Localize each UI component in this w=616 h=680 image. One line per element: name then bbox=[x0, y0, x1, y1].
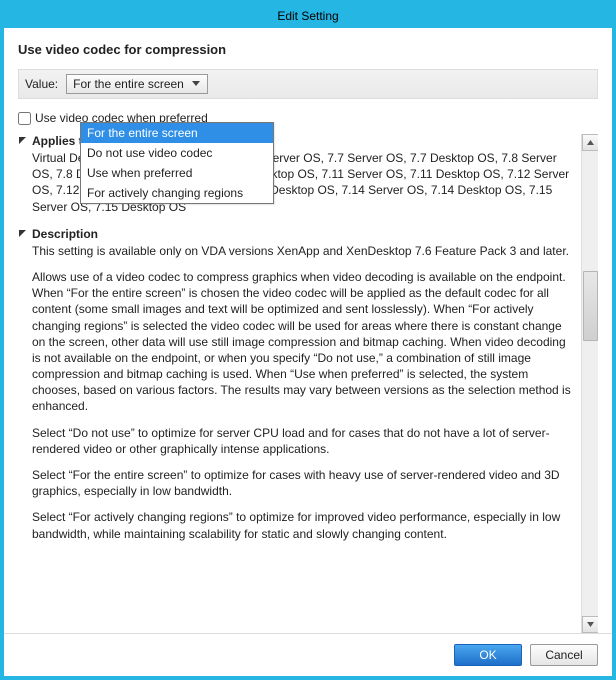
value-combobox-text: For the entire screen bbox=[73, 77, 189, 91]
ok-button[interactable]: OK bbox=[454, 644, 522, 666]
setting-title: Use video codec for compression bbox=[18, 42, 598, 57]
scrollbar-track[interactable] bbox=[582, 151, 599, 616]
dropdown-option[interactable]: For actively changing regions bbox=[81, 183, 273, 203]
use-default-checkbox[interactable] bbox=[18, 112, 31, 125]
cancel-button[interactable]: Cancel bbox=[530, 644, 598, 666]
value-label: Value: bbox=[25, 77, 60, 91]
scroll-down-button[interactable] bbox=[582, 616, 599, 633]
window-title: Edit Setting bbox=[277, 9, 338, 23]
scroll-up-button[interactable] bbox=[582, 134, 599, 151]
description-section: Description This setting is available on… bbox=[18, 227, 576, 542]
description-p5: Select “For actively changing regions” t… bbox=[32, 509, 576, 541]
value-dropdown-popup[interactable]: For the entire screen Do not use video c… bbox=[80, 122, 274, 204]
scrollbar-thumb[interactable] bbox=[583, 271, 598, 341]
title-bar: Edit Setting bbox=[4, 4, 612, 28]
value-combobox[interactable]: For the entire screen bbox=[66, 74, 208, 94]
edit-setting-window: Edit Setting Use video codec for compres… bbox=[0, 0, 616, 680]
description-header-text: Description bbox=[32, 227, 98, 241]
dialog-body: Use video codec for compression Value: F… bbox=[4, 28, 612, 633]
description-p3: Select “Do not use” to optimize for serv… bbox=[32, 425, 576, 457]
dropdown-option[interactable]: Use when preferred bbox=[81, 163, 273, 183]
value-row: Value: For the entire screen bbox=[18, 69, 598, 99]
cancel-button-label: Cancel bbox=[545, 648, 582, 662]
description-p4: Select “For the entire screen” to optimi… bbox=[32, 467, 576, 499]
dialog-footer: OK Cancel bbox=[4, 633, 612, 676]
description-p2: Allows use of a video codec to compress … bbox=[32, 269, 576, 415]
disclosure-triangle-icon bbox=[18, 134, 28, 148]
description-p1: This setting is available only on VDA ve… bbox=[32, 243, 576, 259]
chevron-down-icon bbox=[189, 77, 203, 91]
description-header[interactable]: Description bbox=[18, 227, 576, 241]
details-content: Applies to the following VDA versions Vi… bbox=[18, 134, 580, 633]
disclosure-triangle-icon bbox=[18, 227, 28, 241]
dropdown-option[interactable]: For the entire screen bbox=[81, 123, 273, 143]
vertical-scrollbar[interactable] bbox=[581, 134, 598, 633]
description-body: This setting is available only on VDA ve… bbox=[32, 243, 576, 542]
dropdown-option[interactable]: Do not use video codec bbox=[81, 143, 273, 163]
ok-button-label: OK bbox=[479, 648, 496, 662]
details-scroll-area: Applies to the following VDA versions Vi… bbox=[18, 133, 598, 633]
